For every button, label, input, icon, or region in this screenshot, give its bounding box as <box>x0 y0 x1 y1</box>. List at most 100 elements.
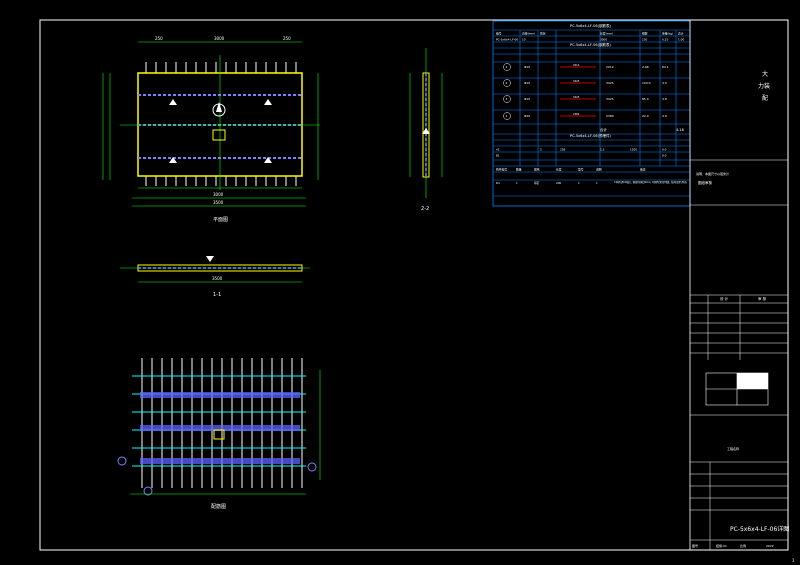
company-name-line: 力装 <box>758 82 770 90</box>
plan-dim-mid-bottom: 3000 <box>213 192 224 197</box>
table-header-cell: 数量 <box>516 168 522 172</box>
table-cell: A1 <box>496 148 500 152</box>
rebar-horizontal-bars <box>132 375 306 467</box>
north-arrow-pointer-icon <box>216 102 222 112</box>
rebar-table-rows: 1 Φ10 2012 2012 2.98 64.1 2 Φ10 3425 3425 100.0 4.0… <box>503 63 669 120</box>
table-cell: 1 <box>516 181 518 185</box>
plan-view: 250 3000 250 3000 3500 平面图 <box>102 36 320 223</box>
embed-table-rows: A1 2 258 5.3 1200 9.0 B1 9.0 <box>496 148 667 158</box>
table-cell: 1 <box>506 65 508 69</box>
table-cell: Φ10 <box>524 65 530 69</box>
table-cell: 3000 <box>600 38 607 42</box>
table-cell: 200 <box>556 181 562 185</box>
table-header-cell: 长度 <box>556 168 562 172</box>
table-cell: 1200 <box>630 148 637 152</box>
sheet-label: 图号 <box>692 543 698 548</box>
rebar-table-header: 编号 直径(mm) 形状 长度(mm) 根数 重量(kg) 总计 <box>496 32 684 36</box>
rebar-view: 配筋图 <box>117 358 321 510</box>
section-marker-icon <box>117 456 127 466</box>
rebar-total-label: 合计 <box>600 127 608 132</box>
table-cell: 2 <box>506 81 508 85</box>
table-cell: 1.00 <box>678 38 684 42</box>
rebar-table-title: PC-5x6x4-LF-06(钢筋表) <box>570 42 611 47</box>
plan-dim-mid: 3000 <box>214 36 225 41</box>
title-block: 大 力装 配 说明：本图尺寸以毫米计 图纸审核 设 计 审 核 工程名称 PC-… <box>689 20 789 550</box>
table-header-cell: 说明 <box>596 168 602 172</box>
table-header-cell: 型号 <box>578 168 584 172</box>
lifting-point-icon <box>264 99 272 105</box>
sign-row-label: 设 计 <box>720 296 729 301</box>
rebar-table-title: PC-5x6x4-LF-06(预埋件) <box>570 133 611 138</box>
table-header-cell: 构件编号 <box>496 168 507 172</box>
table-cell: 5.3 <box>600 148 605 152</box>
section-1-1-dim: 3500 <box>212 276 223 281</box>
stamp-fill <box>737 373 768 389</box>
bottom-table-row: D1 1 吊钉 200 1 1 <box>496 181 598 185</box>
table-cell: 4.8 <box>662 97 667 101</box>
section-2-2-title: 2-2 <box>421 206 429 212</box>
table-cell: 3425 <box>606 81 614 85</box>
table-cell: 22.0 <box>642 114 649 118</box>
sheet-value: 结施-01 <box>716 543 727 548</box>
table-cell: 64.1 <box>662 65 669 69</box>
table-cell: 2012 <box>606 65 614 69</box>
drawing-note: 说明：本图尺寸以毫米计 <box>696 171 729 176</box>
table-cell: Φ10 <box>524 114 530 118</box>
table-cell: 2380 <box>606 114 614 118</box>
page-number: 1 <box>792 558 795 563</box>
table-cell: 4.0 <box>662 81 667 85</box>
section-1-1-title: 1-1 <box>213 292 221 298</box>
table-cell: 150 <box>642 38 648 42</box>
embed-plate <box>212 129 226 141</box>
table-cell: 2012 <box>573 63 580 67</box>
table-header-cell: 备注 <box>640 168 646 172</box>
rebar-vertical-bars <box>141 358 303 488</box>
table-cell: PC-5x6x4-LF-06 <box>496 38 518 42</box>
company-name-line: 配 <box>762 95 768 102</box>
rebar-table-top-row: PC-5x6x4-LF-06 10 3000 150 0.25 1.00 <box>496 38 684 42</box>
table-cell: 2 <box>540 148 542 152</box>
stamp-label: 图纸审核 <box>698 180 712 185</box>
table-cell: 3 <box>506 97 508 101</box>
table-cell: 3425 <box>573 79 580 83</box>
table-note: 1.本构件采用C40混凝土，钢筋保护层厚度为20mm。2.预埋件位置详见平面图，… <box>614 180 688 184</box>
company-name-line: 大 <box>762 70 768 78</box>
table-cell: 2380 <box>573 112 580 116</box>
table-header-cell: 长度(mm) <box>600 32 613 36</box>
section-2-2-view: 2-2 <box>409 48 443 212</box>
table-cell: 85.0 <box>642 97 649 101</box>
plan-dim-left: 250 <box>155 36 163 41</box>
table-cell: 9.0 <box>662 154 667 158</box>
table-header-cell: 根数 <box>642 32 648 36</box>
table-cell: Φ10 <box>524 97 530 101</box>
table-header-cell: 总计 <box>678 32 684 36</box>
table-cell: 258 <box>560 148 566 152</box>
plan-dim-overall: 3500 <box>213 200 224 205</box>
table-header-cell: 形状 <box>540 32 546 36</box>
table-header-cell: 重量(kg) <box>662 32 673 36</box>
project-label: 工程名称 <box>727 446 739 451</box>
scale-label: 比例 <box>740 543 746 548</box>
table-cell: B1 <box>496 154 500 158</box>
table-header-cell: 直径(mm) <box>522 32 535 36</box>
lifting-point-icon <box>206 256 214 262</box>
table-cell: D1 <box>496 181 500 185</box>
table-cell: 4.8 <box>662 114 667 118</box>
rebar-table-title: PC-5x6x4-LF-06(钢筋表) <box>570 23 611 28</box>
table-cell: 10 <box>522 38 526 42</box>
date-value: 2022 <box>766 544 774 548</box>
plan-dim-right: 250 <box>283 36 291 41</box>
table-cell: 9.0 <box>662 148 667 152</box>
rebar-total-value: 4.18 <box>676 128 684 132</box>
section-marker-icon <box>307 462 317 472</box>
rebar-table: PC-5x6x4-LF-06(钢筋表) PC-5x6x4-LF-06(钢筋表) … <box>492 20 691 207</box>
table-cell: 4 <box>506 114 508 118</box>
table-cell: 1 <box>596 181 598 185</box>
table-cell: Φ10 <box>524 81 530 85</box>
table-cell: 3425 <box>606 97 614 101</box>
table-cell: 吊钉 <box>534 181 540 185</box>
table-header-cell: 编号 <box>496 32 502 36</box>
table-cell: 1 <box>578 181 580 185</box>
rebar-title: 配筋图 <box>211 503 226 510</box>
table-cell: 3425 <box>573 95 580 99</box>
